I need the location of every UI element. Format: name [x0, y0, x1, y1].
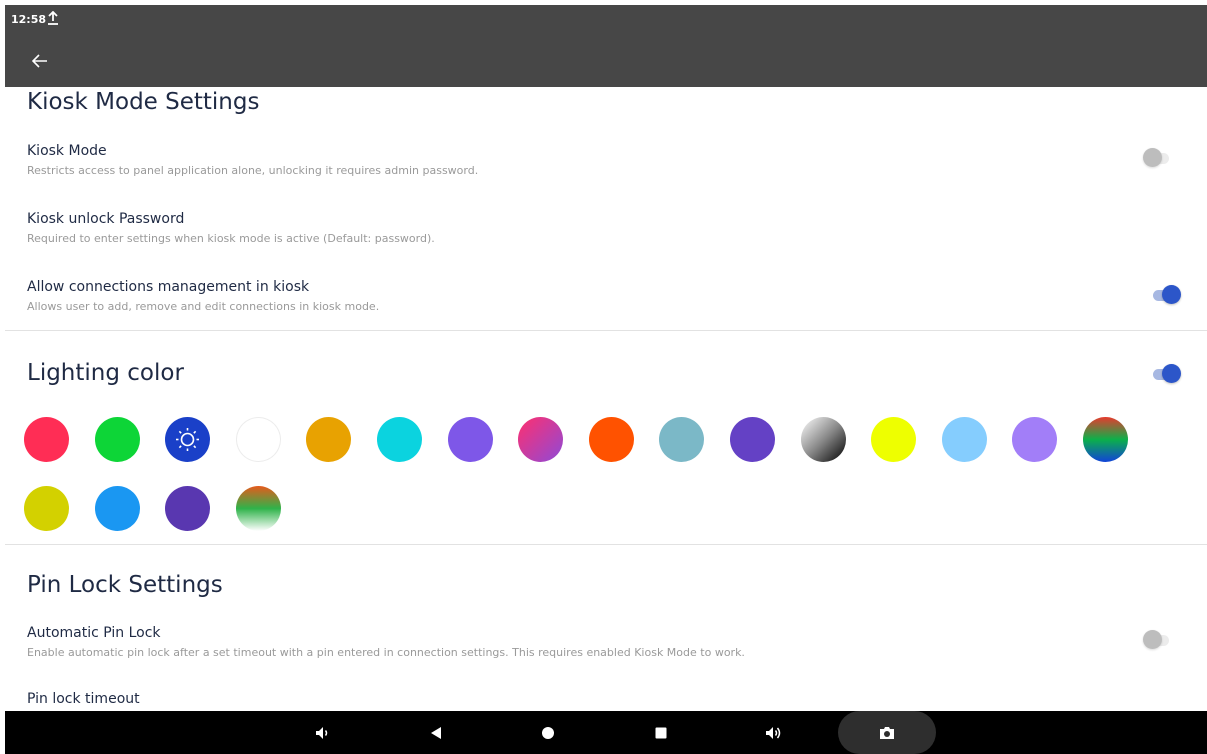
color-swatch[interactable]: [306, 417, 351, 462]
section-divider: [5, 544, 1207, 545]
screenshot-button[interactable]: [838, 711, 936, 754]
recents-nav-button[interactable]: [641, 711, 681, 754]
kiosk-password-summary: Required to enter settings when kiosk mo…: [27, 232, 435, 245]
status-time: 12:58: [11, 13, 47, 26]
color-swatch[interactable]: [448, 417, 493, 462]
pinlock-section-title: Pin Lock Settings: [27, 572, 223, 598]
auto-pin-lock-summary: Enable automatic pin lock after a set ti…: [27, 646, 745, 659]
switch-thumb: [1143, 148, 1162, 167]
sun-icon: [176, 428, 199, 451]
color-swatch[interactable]: [165, 417, 210, 462]
pin-lock-timeout-pref[interactable]: Pin lock timeout: [27, 691, 1177, 707]
color-swatch[interactable]: [871, 417, 916, 462]
home-circle-icon: [542, 726, 554, 739]
app-bar: 12:58: [5, 5, 1207, 87]
kiosk-connections-switch[interactable]: [1151, 284, 1181, 306]
kiosk-mode-switch[interactable]: [1143, 147, 1173, 169]
kiosk-password-pref[interactable]: Kiosk unlock Password Required to enter …: [27, 211, 1177, 245]
color-swatch[interactable]: [518, 417, 563, 462]
volume-up-button[interactable]: [754, 711, 794, 754]
kiosk-connections-title: Allow connections management in kiosk: [27, 279, 310, 295]
color-swatch[interactable]: [236, 486, 281, 531]
color-swatch[interactable]: [24, 486, 69, 531]
switch-thumb: [1162, 364, 1181, 383]
arrow-left-icon: [32, 54, 47, 68]
kiosk-mode-title: Kiosk Mode: [27, 143, 107, 159]
lighting-section-title: Lighting color: [27, 360, 184, 386]
recents-square-icon: [655, 727, 667, 738]
color-swatch[interactable]: [95, 417, 140, 462]
back-button[interactable]: [25, 46, 55, 76]
screen-edge: [0, 0, 5, 754]
camera-icon: [880, 726, 894, 739]
switch-thumb: [1143, 630, 1162, 649]
switch-thumb: [1162, 285, 1181, 304]
color-swatch[interactable]: [801, 417, 846, 462]
color-swatch[interactable]: [730, 417, 775, 462]
section-divider: [5, 330, 1207, 331]
color-swatch[interactable]: [1012, 417, 1057, 462]
home-nav-button[interactable]: [528, 711, 568, 754]
upload-icon: [48, 11, 58, 25]
kiosk-mode-summary: Restricts access to panel application al…: [27, 164, 479, 177]
navigation-bar: [0, 711, 1207, 754]
back-triangle-icon: [431, 726, 441, 739]
volume-down-icon: [316, 726, 328, 739]
kiosk-mode-pref[interactable]: Kiosk Mode Restricts access to panel app…: [27, 143, 1177, 177]
settings-list[interactable]: Kiosk Mode Settings Kiosk Mode Restricts…: [5, 87, 1207, 711]
back-nav-button[interactable]: [416, 711, 456, 754]
pin-lock-timeout-title: Pin lock timeout: [27, 691, 140, 707]
auto-pin-lock-switch[interactable]: [1143, 629, 1173, 651]
kiosk-password-title: Kiosk unlock Password: [27, 211, 185, 227]
volume-up-icon: [766, 726, 781, 739]
color-swatch[interactable]: [942, 417, 987, 462]
color-swatch[interactable]: [1083, 417, 1128, 462]
lighting-switch[interactable]: [1151, 363, 1181, 385]
volume-down-button[interactable]: [303, 711, 343, 754]
auto-pin-lock-pref[interactable]: Automatic Pin Lock Enable automatic pin …: [27, 625, 1177, 659]
kiosk-connections-summary: Allows user to add, remove and edit conn…: [27, 300, 380, 313]
color-swatch[interactable]: [165, 486, 210, 531]
color-swatch[interactable]: [236, 417, 281, 462]
auto-pin-lock-title: Automatic Pin Lock: [27, 625, 161, 641]
kiosk-connections-pref[interactable]: Allow connections management in kiosk Al…: [27, 279, 1177, 313]
color-swatch[interactable]: [659, 417, 704, 462]
color-swatch[interactable]: [95, 486, 140, 531]
color-swatch[interactable]: [589, 417, 634, 462]
kiosk-section-title: Kiosk Mode Settings: [27, 89, 260, 115]
color-swatch[interactable]: [24, 417, 69, 462]
color-swatch[interactable]: [377, 417, 422, 462]
